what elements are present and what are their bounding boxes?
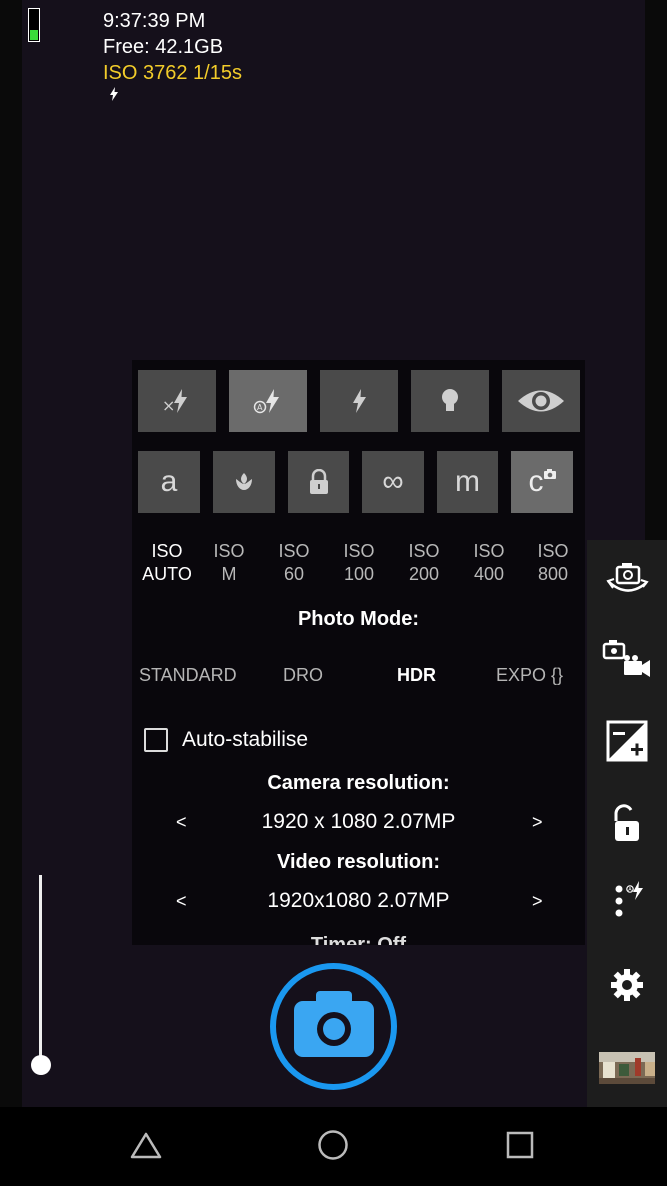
video-resolution-value: 1920x1080 2.07MP	[267, 889, 450, 912]
video-resolution-title: Video resolution:	[277, 851, 440, 873]
focus-auto-icon: a	[160, 465, 178, 498]
iso-400-option[interactable]: ISO 400	[454, 540, 524, 586]
back-triangle-icon	[130, 1131, 162, 1164]
zoom-slider-handle[interactable]	[31, 1055, 51, 1075]
red-eye-button[interactable]	[502, 370, 580, 432]
battery-indicator	[28, 8, 40, 42]
mode-hdr[interactable]: HDR	[397, 665, 436, 686]
auto-stabilise-row[interactable]: Auto-stabilise	[144, 728, 308, 752]
focus-locked-icon	[308, 469, 330, 495]
focus-continuous-icon: c	[529, 465, 556, 499]
switch-camera-button[interactable]	[587, 556, 667, 606]
camera-resolution-title: Camera resolution:	[267, 772, 450, 794]
home-button[interactable]	[313, 1127, 353, 1167]
settings-icon	[610, 968, 644, 1007]
red-eye-icon	[516, 386, 566, 416]
focus-infinity-button[interactable]: ∞	[362, 451, 424, 513]
mode-standard[interactable]: STANDARD	[139, 665, 237, 686]
preview-edge-right	[645, 0, 667, 540]
focus-macro-icon	[232, 470, 256, 494]
svg-text:A: A	[257, 403, 263, 412]
focus-macro-button[interactable]	[213, 451, 275, 513]
flash-off-icon: ×	[162, 387, 192, 415]
torch-button[interactable]	[411, 370, 489, 432]
mode-expo[interactable]: EXPO {}	[496, 665, 563, 686]
iso-auto-option[interactable]: ISO AUTO	[132, 540, 202, 586]
switch-video-button[interactable]	[587, 636, 667, 686]
gallery-thumbnail[interactable]	[599, 1052, 655, 1084]
home-circle-icon	[317, 1129, 349, 1166]
iso-m-option[interactable]: ISO M	[194, 540, 264, 586]
switch-camera-icon	[605, 561, 649, 602]
free-space-text: Free: 42.1GB	[103, 36, 224, 58]
timer-label[interactable]: Timer: Off	[132, 934, 585, 945]
focus-auto-button[interactable]: a	[138, 451, 200, 513]
recents-button[interactable]	[500, 1127, 540, 1167]
focus-continuous-button[interactable]: c	[511, 451, 573, 513]
flash-on-icon	[349, 387, 369, 415]
exposure-lock-icon	[609, 803, 645, 848]
iso-800-option[interactable]: ISO 800	[518, 540, 585, 586]
iso-100-option[interactable]: ISO 100	[324, 540, 394, 586]
exposure-icon	[606, 720, 648, 767]
flash-on-button[interactable]	[320, 370, 398, 432]
switch-video-icon	[602, 639, 652, 684]
status-overlay: 9:37:39 PM Free: 42.1GB ISO 3762 1/15s	[103, 8, 242, 106]
iso-60-option[interactable]: ISO 60	[259, 540, 329, 586]
popup-menu-icon: A	[609, 879, 645, 928]
flash-off-button[interactable]: ×	[138, 370, 216, 432]
iso-200-option[interactable]: ISO 200	[389, 540, 459, 586]
flash-auto-button[interactable]: A	[229, 370, 307, 432]
video-resolution-next-button[interactable]: >	[532, 891, 543, 912]
preview-edge-left	[0, 0, 22, 1107]
zoom-slider-track[interactable]	[39, 875, 42, 1065]
exposure-lock-button[interactable]	[587, 800, 667, 850]
mode-dro[interactable]: DRO	[283, 665, 323, 686]
svg-text:×: ×	[162, 396, 175, 415]
recents-square-icon	[506, 1131, 534, 1164]
battery-fill	[30, 30, 38, 40]
camera-resolution-next-button[interactable]: >	[532, 812, 543, 833]
auto-stabilise-checkbox[interactable]	[144, 728, 168, 752]
iso-exposure-text: ISO 3762 1/15s	[103, 62, 242, 84]
focus-manual-button[interactable]: m	[437, 451, 498, 513]
torch-icon	[440, 387, 460, 415]
popup-settings-panel: × A a ∞ m c ISO AUTO ISO M ISO 60 ISO 10…	[132, 360, 585, 945]
popup-menu-button[interactable]: A	[587, 878, 667, 928]
flash-auto-indicator-icon	[109, 86, 242, 106]
system-navigation-bar	[0, 1107, 667, 1186]
exposure-button[interactable]	[587, 718, 667, 768]
auto-stabilise-label: Auto-stabilise	[182, 728, 309, 751]
take-photo-button[interactable]	[270, 963, 397, 1090]
focus-manual-icon: m	[455, 465, 480, 498]
svg-text:A: A	[628, 887, 632, 893]
right-toolbar: A	[587, 540, 667, 1107]
settings-button[interactable]	[587, 962, 667, 1012]
back-button[interactable]	[126, 1127, 166, 1167]
focus-infinity-icon: ∞	[382, 465, 404, 498]
clock-text: 9:37:39 PM	[103, 10, 206, 32]
focus-locked-button[interactable]	[288, 451, 349, 513]
photo-mode-title: Photo Mode:	[297, 608, 420, 630]
camera-icon	[293, 991, 374, 1062]
camera-resolution-value: 1920 x 1080 2.07MP	[261, 810, 456, 833]
flash-auto-icon: A	[253, 387, 283, 415]
